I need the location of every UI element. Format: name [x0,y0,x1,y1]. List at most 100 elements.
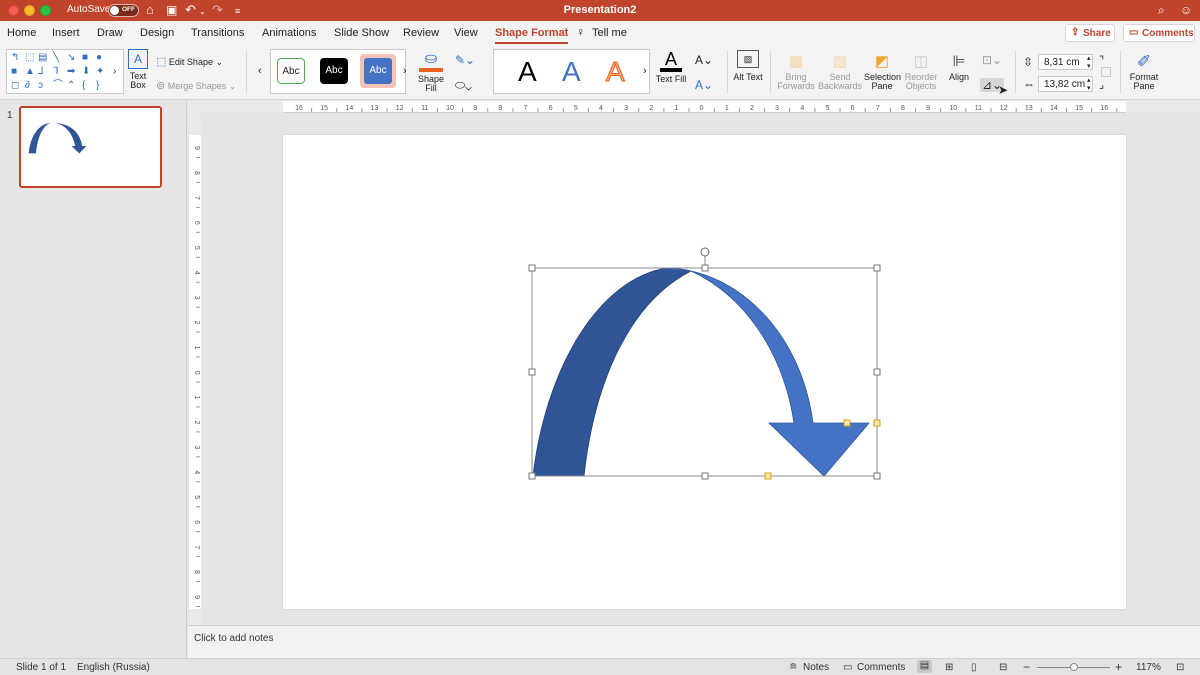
wordart-blue[interactable]: A [562,56,581,88]
language-indicator[interactable]: English (Russia) [77,662,150,673]
account-icon[interactable]: ☺ [1180,2,1192,18]
elbow-connector-2-icon[interactable]: Ꞁ [53,67,59,77]
curve-shape-icon[interactable]: ∂ [25,81,30,91]
share-button[interactable]: ⇪ Share [1065,24,1115,42]
arc-shape-icon[interactable]: ⌒ [53,81,63,91]
circle-shape-icon[interactable]: ● [96,53,102,63]
tab-slide-show[interactable]: Slide Show [334,27,389,39]
bring-forwards-button[interactable]: ▩ Bring Forwards [776,50,816,91]
fit-slide-icon[interactable]: ⊡ [1176,662,1184,673]
width-stepper[interactable]: ▴ ▾ [1087,76,1091,92]
alt-text-button[interactable]: ▧ Alt Text [733,50,763,82]
resize-handle-w[interactable] [528,368,536,376]
freeform-shape-icon[interactable]: ◻ [11,81,19,91]
style-sample-selected[interactable]: Abc [360,54,396,88]
width-field[interactable]: 13,82 cm [1038,76,1093,92]
rectangle-shape-icon[interactable]: ■ [82,53,88,63]
tab-transitions[interactable]: Transitions [191,27,244,39]
zoom-out-button[interactable]: − [1023,660,1030,674]
tab-shape-format[interactable]: Shape Format [495,27,569,44]
scribble-shape-icon[interactable]: ↄ [38,81,43,91]
lock-aspect-checkbox[interactable] [1101,67,1111,77]
reading-view-icon[interactable]: ▯ [971,662,977,673]
send-backwards-button[interactable]: ▨ Send Backwards [818,50,862,91]
bracket-shape-icon[interactable]: ⌃ [67,81,75,91]
text-box-shape-icon[interactable]: ▤ [38,53,47,63]
merge-shapes-button[interactable]: ⊚ Merge Shapes ⌄ [156,79,236,92]
height-field[interactable]: 8,31 cm [1038,54,1093,70]
resize-handle-ne[interactable] [873,264,881,272]
tab-insert[interactable]: Insert [52,27,80,39]
style-sample-black[interactable]: Abc [320,58,348,84]
rounded-rect-shape-icon[interactable]: ■ [11,67,17,77]
slide-sorter-icon[interactable]: ⊞ [945,662,953,673]
elbow-connector-icon[interactable]: ⅃ [38,67,44,77]
group-icon[interactable]: ⊡⌄ [982,53,1002,67]
right-arrow-shape-icon[interactable]: ➡ [67,67,75,77]
height-stepper[interactable]: ▴ ▾ [1087,54,1091,70]
tab-draw[interactable]: Draw [97,27,123,39]
arrow-diagonal-icon[interactable]: ↘ [67,53,75,63]
slide-thumbnail[interactable] [19,106,162,188]
left-brace-shape-icon[interactable]: { [82,81,85,91]
curved-arrow-left-part[interactable] [532,268,693,477]
text-box-button[interactable]: A Text Box [126,49,150,90]
zoom-level[interactable]: 117% [1136,662,1161,673]
tab-view[interactable]: View [454,27,478,39]
align-button[interactable]: ⊫ Align [942,50,976,82]
tab-home[interactable]: Home [7,27,36,39]
resize-handle-sw[interactable] [528,472,536,480]
text-outline-icon[interactable]: A⌄ [695,53,713,67]
text-effects-icon[interactable]: A⌄ [695,78,713,92]
selection-pane-button[interactable]: ◩ Selection Pane [864,50,901,91]
rotation-handle[interactable] [700,247,710,257]
dashed-rect-shape-icon[interactable]: ⬚ [25,53,34,63]
down-arrow-shape-icon[interactable]: ⬇ [82,67,90,77]
normal-view-icon[interactable]: ▤ [917,660,932,673]
adjust-handle-head-width[interactable] [873,419,881,427]
right-brace-shape-icon[interactable]: } [96,81,99,91]
shapes-gallery[interactable]: ↰ ⬚ ▤ ╲ ↘ ■ ● ■ ▲ ⅃ Ꞁ ➡ ⬇ ✦ ◻ ∂ ↄ ⌒ ⌃ { … [6,49,124,94]
slide[interactable] [283,135,1126,609]
curved-arrow-right-part[interactable] [660,268,870,477]
format-pane-button[interactable]: ✐ Format Pane [1127,50,1161,91]
notes-pane[interactable]: Click to add notes [188,625,1200,658]
resize-handle-n[interactable] [701,264,709,272]
slideshow-icon[interactable]: ⊟ [999,662,1007,673]
tab-review[interactable]: Review [403,27,439,39]
edit-shape-button[interactable]: ⬚ Edit Shape ⌄ [156,55,223,68]
reorder-objects-button[interactable]: ◫ Reorder Objects [903,50,939,91]
gallery-more-icon[interactable]: › [113,67,116,77]
resize-handle-e[interactable] [873,368,881,376]
line-shape-icon[interactable]: ↰ [11,53,19,63]
wordart-gallery[interactable]: A A A [493,49,650,94]
zoom-slider-knob[interactable] [1069,663,1078,671]
star-shape-icon[interactable]: ✦ [96,67,104,77]
wordart-black[interactable]: A [518,56,537,88]
tab-animations[interactable]: Animations [262,27,316,39]
adjust-handle-head[interactable] [843,419,851,427]
zoom-in-button[interactable]: + [1115,660,1122,674]
style-sample-outline[interactable]: Abc [277,58,305,84]
line-diagonal-icon[interactable]: ╲ [53,53,59,63]
tab-tell-me[interactable]: Tell me [592,27,627,39]
shape-effects-icon[interactable]: ⬭⌄ [455,78,472,93]
shape-styles-gallery[interactable]: Abc Abc Abc [270,49,406,94]
shape-outline-icon[interactable]: ✎⌄ [455,53,475,67]
resize-handle-nw[interactable] [528,264,536,272]
adjust-handle-thickness[interactable] [764,472,772,480]
triangle-shape-icon[interactable]: ▲ [25,67,35,77]
notes-toggle[interactable]: Notes [803,662,829,673]
comments-toggle[interactable]: Comments [857,662,905,673]
styles-prev-icon[interactable]: ‹ [258,65,262,77]
search-icon[interactable]: ⌕ [1158,2,1165,18]
comments-button[interactable]: ▭ Comments [1123,24,1195,42]
tab-design[interactable]: Design [140,27,174,39]
styles-next-icon[interactable]: › [403,65,407,77]
wordart-next-icon[interactable]: › [643,65,647,77]
resize-handle-se[interactable] [873,472,881,480]
wordart-orange[interactable]: A [606,56,626,88]
text-fill-button[interactable]: A Text Fill [654,50,688,84]
resize-handle-s[interactable] [701,472,709,480]
shape-fill-button[interactable]: ⛀ Shape Fill [414,50,448,93]
